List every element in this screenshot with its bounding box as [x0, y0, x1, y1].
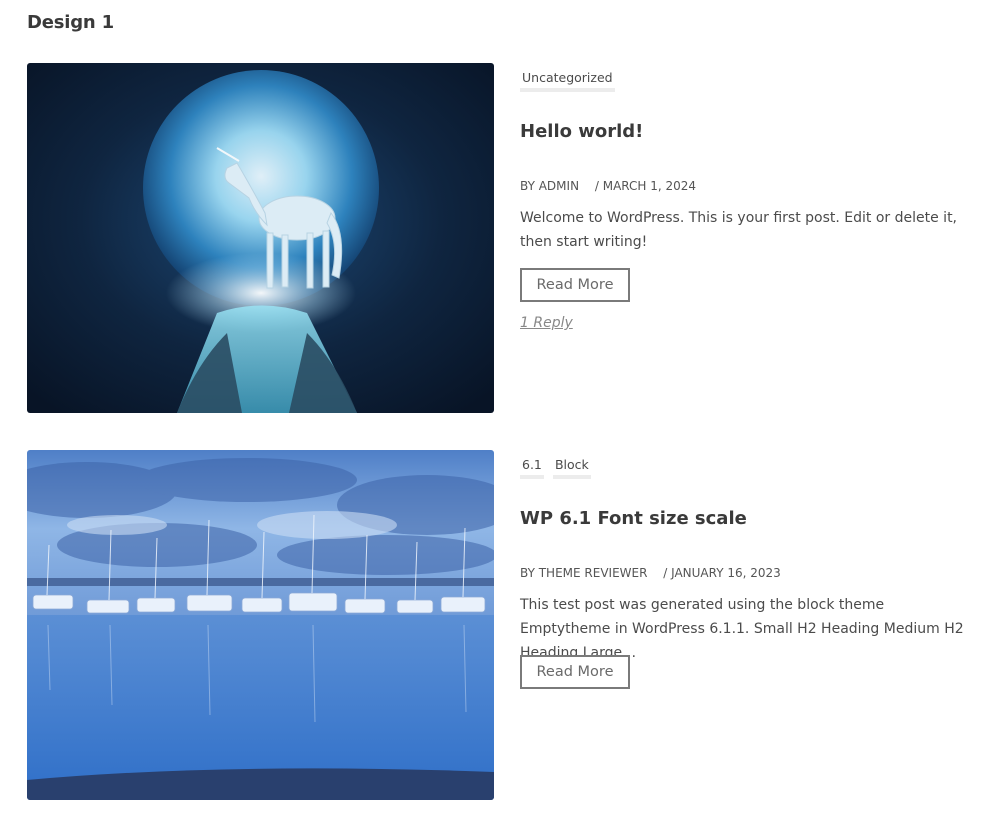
comments-link[interactable]: 1 Reply [520, 315, 573, 331]
post-author[interactable]: BY THEME REVIEWER [520, 566, 647, 580]
post-categories: 6.1 Block [520, 454, 595, 479]
post-card: Uncategorized Hello world! BY ADMIN / MA… [27, 63, 967, 413]
post-meta: BY THEME REVIEWER / JANUARY 16, 2023 [520, 566, 781, 580]
post-thumbnail[interactable] [27, 450, 494, 800]
post-date[interactable]: / JANUARY 16, 2023 [663, 566, 781, 580]
post-categories: Uncategorized [520, 67, 619, 92]
post-author[interactable]: BY ADMIN [520, 179, 579, 193]
category-link[interactable]: 6.1 [520, 457, 544, 479]
post-card: 6.1 Block WP 6.1 Font size scale BY THEM… [27, 450, 967, 800]
post-thumbnail[interactable] [27, 63, 494, 413]
post-meta: BY ADMIN / MARCH 1, 2024 [520, 179, 696, 193]
post-title[interactable]: WP 6.1 Font size scale [520, 508, 747, 529]
read-more-button[interactable]: Read More [520, 655, 630, 689]
post-excerpt: Welcome to WordPress. This is your first… [520, 210, 958, 250]
post-title[interactable]: Hello world! [520, 121, 643, 142]
unicorn-moon-image [27, 63, 494, 413]
post-date[interactable]: / MARCH 1, 2024 [595, 179, 696, 193]
category-link[interactable]: Block [552, 457, 591, 479]
read-more-button[interactable]: Read More [520, 268, 630, 302]
marina-boats-image [27, 450, 494, 800]
section-title: Design 1 [27, 12, 114, 33]
category-link[interactable]: Uncategorized [520, 70, 615, 92]
